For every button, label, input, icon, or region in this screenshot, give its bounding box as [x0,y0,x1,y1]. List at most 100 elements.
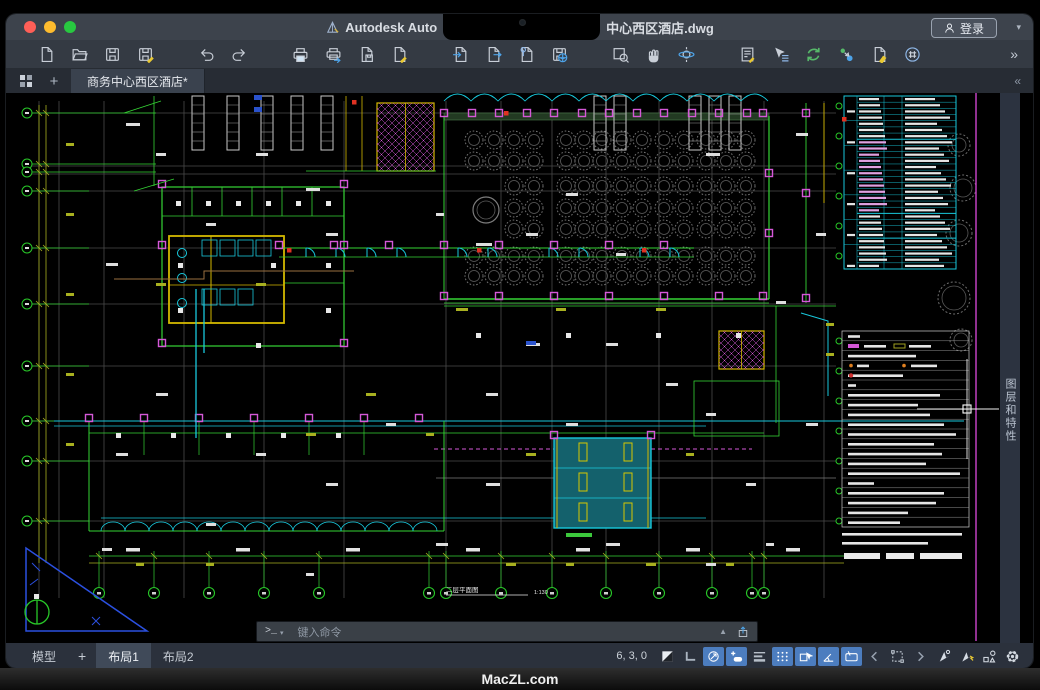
right-margin-bubbles [836,103,842,524]
redo-button[interactable] [227,43,251,65]
command-history-caret-icon[interactable]: ▾ [280,629,284,637]
save-as-button[interactable] [133,43,157,65]
login-caret-icon[interactable]: ▾ [1016,22,1021,33]
toolbar-group [735,43,924,65]
save-as-icon [137,46,154,63]
batch-print-button[interactable] [321,43,345,65]
toolbar-group [608,43,698,65]
app-icon [325,20,340,35]
general-notes [842,331,969,559]
attach-button[interactable] [514,43,538,65]
isolate-objects-icon [982,649,997,664]
prev-workspace-toggle[interactable] [864,647,885,666]
new-file-button[interactable] [34,43,58,65]
zoom-button[interactable] [64,21,76,33]
statusbar: 模型 + 布局1 布局2 6, 3, 0 [6,643,1033,668]
point-cloud-button[interactable] [834,43,858,65]
command-line[interactable]: >_ ▾ 键入命令 ▲ [256,621,758,642]
export-button[interactable] [481,43,505,65]
import-button[interactable] [448,43,472,65]
open-file-button[interactable] [67,43,91,65]
dynamic-input-toggle[interactable] [841,647,862,666]
snap-mode-toggle[interactable] [726,647,747,666]
minimize-button[interactable] [44,21,56,33]
bottom-wing [89,421,444,531]
customization-toggle[interactable] [1002,647,1023,666]
command-input[interactable]: 键入命令 [298,624,342,640]
plot-stamp-button[interactable] [354,43,378,65]
new-drawing-tab-button[interactable]: + [43,73,65,90]
ortho-mode-toggle[interactable] [680,647,701,666]
save-icon [104,46,121,63]
zoom-window-icon [612,46,629,63]
south-band [54,421,964,518]
save-web-button[interactable] [547,43,571,65]
toolbar-overflow-button[interactable]: » [1010,46,1017,62]
watermark-bar: MacZL.com [0,668,1040,690]
layout-manager-button[interactable] [735,43,759,65]
print-button[interactable] [288,43,312,65]
plot-edit-button[interactable] [387,43,411,65]
escalator-block [554,438,651,537]
new-file-icon [38,46,55,63]
quick-select-button[interactable] [768,43,792,65]
update-fields-button[interactable] [801,43,825,65]
update-fields-icon [805,46,822,63]
lineweight-toggle[interactable] [749,647,770,666]
document-tab-active[interactable]: 商务中心西区酒店* [71,69,205,93]
annotation-autoscale-icon [959,649,974,664]
add-layout-button[interactable]: + [68,643,96,668]
open-file-icon [71,46,88,63]
traffic-lights [6,21,76,33]
annotation-autoscale-toggle[interactable] [956,647,977,666]
next-workspace-toggle[interactable] [910,647,931,666]
object-snap-toggle[interactable] [795,647,816,666]
attach-icon [518,46,535,63]
isolate-objects-toggle[interactable] [979,647,1000,666]
quick-access-toolbar: » [6,40,1033,69]
plot-edit-icon [391,46,408,63]
quick-select-icon [772,46,789,63]
polar-tracking-toggle[interactable] [818,647,839,666]
command-expand-icon[interactable]: ▲ [719,627,727,636]
drawing-area: 二层平面图1:130 图层和特性 >_ ▾ 键入命令 ▲ [6,93,1033,643]
door-schedule-table [844,96,956,269]
import-icon [452,46,469,63]
close-button[interactable] [24,21,36,33]
undo-button[interactable] [194,43,218,65]
model-space-toggle[interactable] [657,647,678,666]
isodraft-icon [706,649,721,664]
snap-mode-icon [729,649,744,664]
drawing-canvas[interactable]: 二层平面图1:130 [6,93,1000,643]
toolbar-group [34,43,157,65]
save-button[interactable] [100,43,124,65]
save-web-icon [551,46,568,63]
layout-manager-icon [739,46,756,63]
print-icon [292,46,309,63]
share-icon[interactable] [737,626,749,638]
tab-grid-icon[interactable] [19,74,33,88]
toolbar-group [448,43,571,65]
cursor-coordinates: 6, 3, 0 [616,650,647,662]
pan-button[interactable] [641,43,665,65]
grid-display-toggle[interactable] [772,647,793,666]
annotation-visibility-toggle[interactable] [933,647,954,666]
selection-area-toggle[interactable] [887,647,908,666]
undo-icon [198,46,215,63]
layout2-tab[interactable]: 布局2 [151,643,206,668]
count-button[interactable] [900,43,924,65]
palette-collapsed-bar[interactable]: 图层和特性 [1000,93,1020,643]
camera-notch [443,14,600,40]
layout1-tab[interactable]: 布局1 [96,643,151,668]
corridor [279,248,694,257]
polar-tracking-icon [821,649,836,664]
zoom-window-button[interactable] [608,43,632,65]
orbit-button[interactable] [674,43,698,65]
login-label: 登录 [960,20,984,37]
isodraft-toggle[interactable] [703,647,724,666]
svg-text:1:130: 1:130 [534,590,548,596]
login-button[interactable]: 登录 [931,18,997,38]
collapse-tabs-icon[interactable]: « [1014,74,1021,88]
visual-style-button[interactable] [867,43,891,65]
model-tab[interactable]: 模型 [20,643,68,668]
